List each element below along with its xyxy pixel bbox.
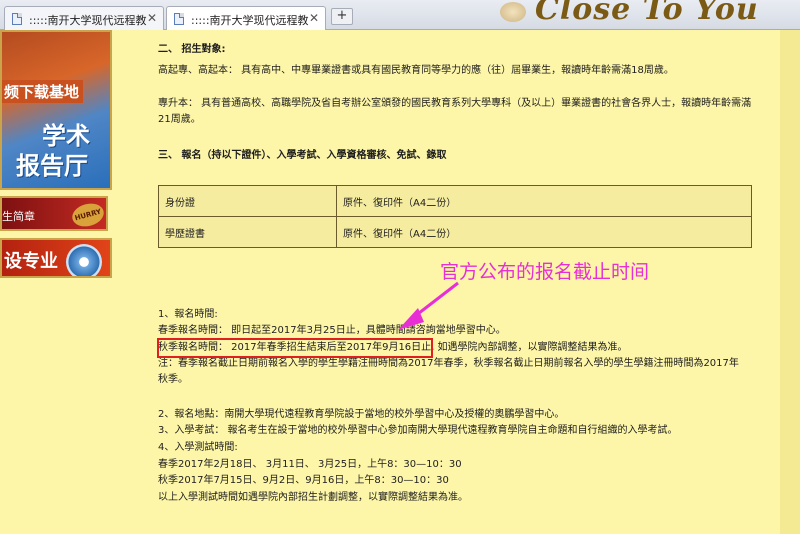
document-icon (174, 13, 184, 25)
right-margin (780, 30, 800, 534)
spring-registration-time: 春季報名時間： 即日起至2017年3月25日止，具體時間請咨詢當地學習中心。 (158, 325, 506, 336)
autumn-note-text: 如遇學院內部調整，以實際調整結果為准。 (437, 342, 628, 353)
table-cell: 身份證 (158, 185, 337, 217)
autumn-exam-dates: 秋季2017年7月15日、9月2日、9月16日，上午8：30—10：30 (158, 475, 449, 486)
section3-title: 三、 報名（持以下證件）、入學考試、入學資格審核、免試、錄取 (158, 150, 447, 161)
registration-time-heading: 1、報名時間: (158, 309, 218, 320)
report-hall-label: 报告厅 (16, 152, 88, 180)
registration-location: 2、報名地點：南開大學現代遠程教育學院設于當地的校外學習中心及授權的奧鵬學習中心… (158, 409, 565, 420)
majors-banner[interactable]: 设专业 (0, 238, 112, 278)
table-cell: 學歷證書 (158, 216, 337, 248)
admission-brief-label: 生简章 (2, 210, 35, 223)
registration-note-line-1: 注：春季報名截止日期前報名入學的學生學籍注冊時間為2017年春季，秋季報名截止日… (158, 358, 739, 369)
disc-icon (66, 244, 102, 276)
admission-brief-banner[interactable]: 生简章 HURRY (0, 196, 108, 231)
hurry-badge: HURRY (69, 200, 106, 229)
section2-paragraph-1: 高起專、高起本： 具有高中、中專畢業證書或具有國民教育同等學力的應（往）屆畢業生… (158, 65, 674, 76)
documents-table: 身份證 原件、復印件（A4二份） 學歷證書 原件、復印件（A4二份） (158, 185, 752, 248)
browser-tab-2[interactable]: :::::南开大学现代远程教育 ✕ (166, 6, 326, 31)
academic-report-banner[interactable]: 频下载基地 学术 报告厅 (0, 30, 112, 190)
download-base-label: 频下载基地 (2, 80, 84, 103)
close-icon[interactable]: ✕ (147, 11, 157, 25)
spring-exam-dates: 春季2017年2月18日、 3月11日、 3月25日，上午8：30—10：30 (158, 459, 462, 470)
table-row: 學歷證書 原件、復印件（A4二份） (158, 216, 752, 248)
table-cell: 原件、復印件（A4二份） (336, 216, 752, 248)
close-icon[interactable]: ✕ (309, 11, 319, 25)
majors-label: 设专业 (4, 251, 58, 272)
section2-paragraph-2: 專升本： 具有普通高校、高職學院及省自考辦公室頒發的國民教育系列大學專科（及以上… (158, 98, 752, 125)
table-row: 身份證 原件、復印件（A4二份） (158, 185, 752, 217)
brand-title: Close To You (535, 0, 759, 27)
registration-note-line-2: 秋季。 (158, 374, 188, 385)
tab-title: :::::南开大学现代远程教育 (29, 14, 147, 27)
document-icon (12, 13, 22, 25)
deadline-highlight-box (157, 338, 433, 358)
entrance-exam: 3、入學考試： 報名考生在設于當地的校外學習中心參加南開大學現代遠程教育學院自主… (158, 425, 678, 436)
table-cell: 原件、復印件（A4二份） (336, 185, 752, 217)
exam-time-note: 以上入學測試時間如遇學院內部招生計劃調整，以實際調整結果為准。 (158, 492, 468, 503)
annotation-label: 官方公布的报名截止时间 (440, 261, 650, 283)
flower-decoration-icon (500, 2, 526, 22)
tab-title: :::::南开大学现代远程教育 (191, 14, 309, 27)
browser-tab-bar: :::::南开大学现代远程教育 ✕ :::::南开大学现代远程教育 ✕ + Cl… (0, 0, 800, 31)
section2-title: 二、 招生對象: (158, 44, 226, 55)
exam-time-heading: 4、入學測試時間: (158, 442, 238, 453)
browser-tab-1[interactable]: :::::南开大学现代远程教育 ✕ (4, 6, 164, 30)
new-tab-button[interactable]: + (331, 8, 353, 25)
sidebar: 频下载基地 学术 报告厅 生简章 HURRY 设专业 (0, 30, 118, 534)
